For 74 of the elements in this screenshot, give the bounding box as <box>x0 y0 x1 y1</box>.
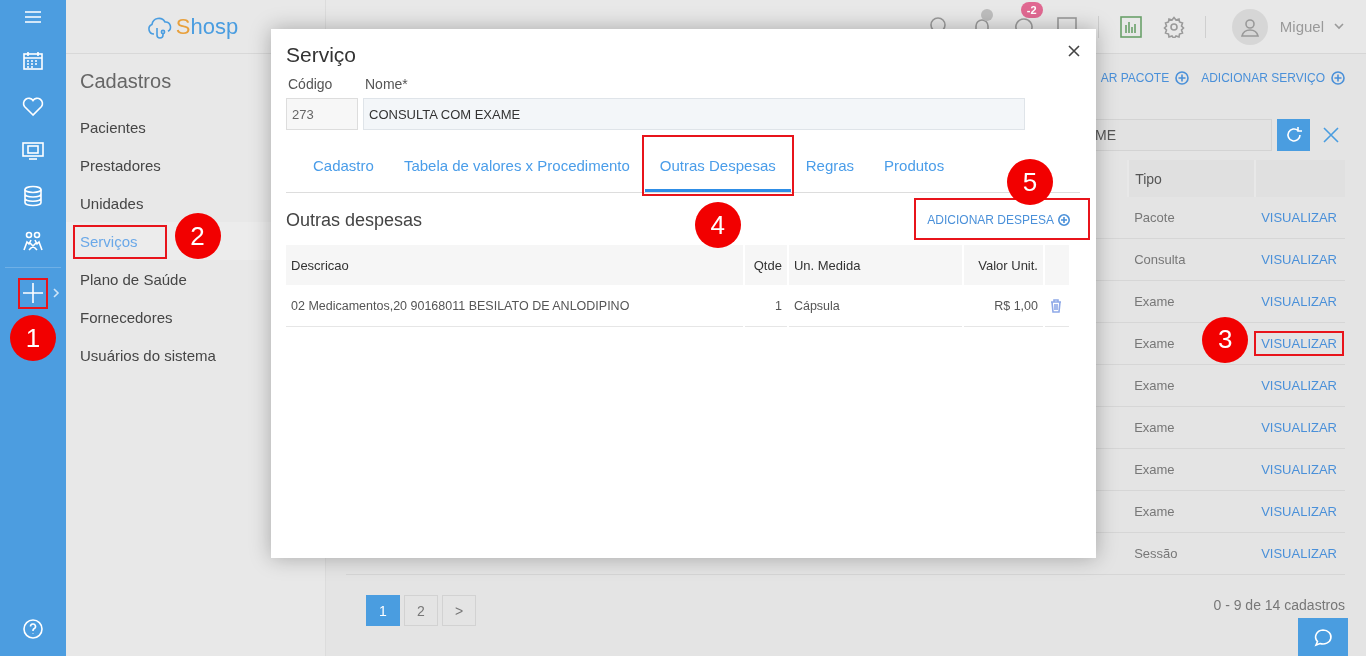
sidebar-title: Cadastros <box>79 69 172 94</box>
highlight-frame <box>18 278 48 309</box>
chevron-right-icon <box>52 287 60 299</box>
record-count: 0 - 9 de 14 cadastros <box>1213 596 1345 613</box>
table-cell: Exame <box>1128 406 1256 449</box>
field-label: Código <box>287 76 334 94</box>
view-link[interactable]: VISUALIZAR <box>1261 378 1337 393</box>
table-cell: Sessão <box>1128 532 1256 575</box>
status-dot <box>980 8 993 21</box>
tab[interactable]: Outras Despesas <box>644 138 791 192</box>
add-link[interactable]: AR PACOTE <box>1100 71 1190 85</box>
tab[interactable]: Cadastro <box>298 138 389 192</box>
table-cell: 02 Medicamentos,20 90168011 BESILATO DE ANLODIPINO <box>286 285 743 327</box>
table-cell: Cápsula <box>788 285 963 327</box>
bar-chart-icon[interactable] <box>1119 15 1142 38</box>
trash-icon[interactable] <box>1050 298 1062 313</box>
step-number: 2 <box>174 213 221 259</box>
step-number: 5 <box>1007 159 1053 205</box>
avatar[interactable] <box>1231 8 1268 45</box>
step-number: 1 <box>10 315 56 361</box>
menu-icon[interactable] <box>23 8 43 26</box>
view-link[interactable]: VISUALIZAR <box>1261 252 1337 267</box>
user-name[interactable]: Miguel <box>1279 18 1324 35</box>
table-cell: 1 <box>744 285 787 327</box>
view-link[interactable]: VISUALIZAR <box>1261 420 1337 435</box>
chat-button[interactable] <box>1298 618 1348 656</box>
text-field[interactable]: CONSULTA COM EXAME <box>363 98 1025 130</box>
table-cell: Consulta <box>1128 238 1256 281</box>
add-circle-icon <box>1175 71 1190 85</box>
step-number: 4 <box>694 202 741 248</box>
add-circle-icon <box>1058 214 1070 226</box>
table-cell: Exame <box>1128 448 1256 491</box>
banknote-icon[interactable] <box>21 140 45 161</box>
add-circle-icon <box>1331 71 1345 85</box>
page-button[interactable]: 2 <box>404 595 438 626</box>
add-expense-link[interactable]: ADICIONAR DESPESA <box>927 213 1070 227</box>
view-link[interactable]: VISUALIZAR <box>1261 546 1337 561</box>
page-button[interactable]: > <box>442 595 476 626</box>
tab[interactable]: Regras <box>790 138 870 192</box>
logo-text: Shosp <box>175 13 239 40</box>
step-number: 3 <box>1202 316 1249 363</box>
database-icon[interactable] <box>22 184 44 207</box>
close-icon[interactable] <box>1068 45 1080 57</box>
view-link[interactable]: VISUALIZAR <box>1261 336 1337 351</box>
page-button[interactable]: 1 <box>366 595 400 626</box>
caret-down-icon[interactable] <box>1334 23 1344 30</box>
column-header: Valor Unit. <box>964 245 1043 285</box>
tab[interactable]: Tabela de valores x Procedimento <box>388 138 645 192</box>
table-cell: Pacote <box>1128 197 1256 239</box>
notification-badge: -2 <box>1020 1 1043 18</box>
dialog-title: Serviço <box>286 43 357 68</box>
view-link[interactable]: VISUALIZAR <box>1261 294 1337 309</box>
column-header: Un. Medida <box>788 245 963 285</box>
add-link[interactable]: ADICIONAR SERVIÇO <box>1201 71 1345 85</box>
refresh-button[interactable] <box>1277 119 1310 151</box>
calendar-icon[interactable] <box>22 50 44 71</box>
refresh-icon <box>1284 126 1303 144</box>
people-icon[interactable] <box>21 229 45 252</box>
field-label: Nome* <box>364 76 409 94</box>
speech-bubble-icon <box>1312 627 1334 647</box>
column-header: Tipo <box>1128 160 1256 197</box>
column-header: Descricao <box>286 245 743 285</box>
table-cell: R$ 1,00 <box>964 285 1043 327</box>
view-link[interactable]: VISUALIZAR <box>1261 504 1337 519</box>
table-cell: Exame <box>1128 490 1256 533</box>
person-icon <box>1239 16 1260 37</box>
view-link[interactable]: VISUALIZAR <box>1261 462 1337 477</box>
add-icon[interactable] <box>21 281 45 305</box>
table-cell: Exame <box>1128 364 1256 407</box>
settings-icon[interactable] <box>1162 15 1185 38</box>
help-icon[interactable] <box>22 618 44 640</box>
column-header: Qtde <box>744 245 787 285</box>
tab[interactable]: Produtos <box>869 138 960 192</box>
view-link[interactable]: VISUALIZAR <box>1261 210 1337 225</box>
